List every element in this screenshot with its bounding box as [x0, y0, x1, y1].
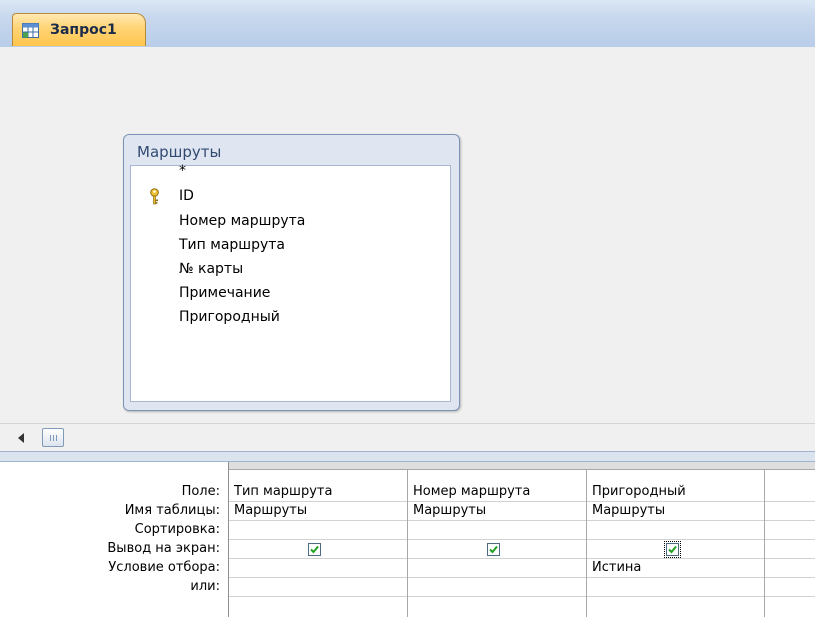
field-all[interactable]: *: [179, 163, 186, 179]
col1-show-checkbox[interactable]: [308, 543, 321, 556]
field-id[interactable]: ID: [179, 188, 194, 204]
query-tab-label: Запрос1: [50, 22, 117, 38]
primary-key-icon: [150, 188, 159, 205]
query-icon: [22, 23, 39, 38]
col2-field-cell[interactable]: Номер маршрута: [413, 484, 530, 499]
query-grid-pane: Поле: Имя таблицы: Сортировка: Вывод на …: [0, 462, 815, 617]
design-horizontal-scrollbar[interactable]: [0, 423, 815, 452]
col2-table-cell[interactable]: Маршруты: [413, 503, 486, 518]
field-suburban[interactable]: Пригородный: [179, 309, 280, 325]
row-label-show: Вывод на экран:: [107, 541, 220, 556]
document-tab-strip: Запрос1: [0, 0, 815, 48]
thumb-grip: [53, 435, 54, 441]
grid-row-divider: [229, 596, 815, 597]
thumb-grip: [50, 435, 51, 441]
row-label-table: Имя таблицы:: [124, 503, 220, 518]
col2-show-checkbox[interactable]: [487, 543, 500, 556]
query-design-area: Маршруты * ID Номер маршрута Тип маршрут…: [0, 47, 815, 423]
col3-criteria-cell[interactable]: Истина: [592, 560, 641, 575]
row-label-field: Поле:: [181, 484, 220, 499]
query-tab[interactable]: Запрос1: [12, 13, 146, 46]
grid-column-divider: [586, 470, 587, 617]
grid-row-divider: [229, 501, 815, 502]
scroll-thumb[interactable]: [42, 428, 64, 447]
col3-table-cell[interactable]: Маршруты: [592, 503, 665, 518]
thumb-grip: [56, 435, 57, 441]
row-label-criteria: Условие отбора:: [108, 560, 220, 575]
query-design-grid[interactable]: Тип маршрута Маршруты Номер маршрута Мар…: [228, 462, 815, 617]
grid-row-divider: [229, 520, 815, 521]
grid-row-labels: Поле: Имя таблицы: Сортировка: Вывод на …: [0, 462, 228, 617]
pane-splitter[interactable]: [0, 451, 815, 462]
table-field-list[interactable]: Маршруты * ID Номер маршрута Тип маршрут…: [123, 134, 460, 411]
row-label-sort: Сортировка:: [134, 522, 220, 537]
col3-show-checkbox[interactable]: [664, 541, 681, 558]
col3-field-cell[interactable]: Пригородный: [592, 484, 686, 499]
grid-column-divider: [764, 470, 765, 617]
col1-table-cell[interactable]: Маршруты: [234, 503, 307, 518]
grid-row-divider: [229, 558, 815, 559]
field-list-title: Маршруты: [137, 143, 222, 161]
column-selector-bar[interactable]: [229, 462, 815, 470]
scroll-left-arrow-icon[interactable]: [18, 433, 24, 443]
field-route-number[interactable]: Номер маршрута: [179, 213, 305, 229]
grid-column-divider: [407, 470, 408, 617]
grid-row-divider: [229, 539, 815, 540]
field-card-number[interactable]: № карты: [179, 261, 243, 277]
field-list-body: * ID Номер маршрута Тип маршрута № карты…: [130, 163, 451, 402]
row-label-or: или:: [190, 579, 220, 594]
col1-field-cell[interactable]: Тип маршрута: [234, 484, 332, 499]
field-route-type[interactable]: Тип маршрута: [179, 237, 285, 253]
field-note[interactable]: Примечание: [179, 285, 270, 301]
grid-row-divider: [229, 577, 815, 578]
